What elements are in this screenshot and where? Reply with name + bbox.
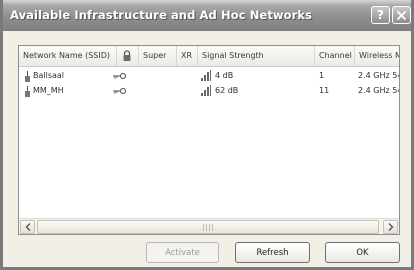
window-title: Available Infrastructure and Ad Hoc Netw… (10, 8, 313, 22)
key-icon (113, 87, 126, 95)
signal-cell: 4 dB (215, 71, 234, 80)
list-header: Network Name (SSID) Super XR Signal Stre… (19, 46, 399, 67)
column-header-signal[interactable]: Signal Strength (198, 46, 315, 66)
refresh-button[interactable]: Refresh (235, 242, 310, 263)
column-header-mode[interactable]: Wireless M (355, 46, 399, 66)
chevron-left-icon (25, 223, 30, 231)
networks-dialog: Available Infrastructure and Ad Hoc Netw… (0, 0, 414, 270)
table-row[interactable]: MM_MH 62 dB 11 2.4 GHz 54 (19, 85, 399, 98)
column-header-channel[interactable]: Channel (315, 46, 355, 66)
mode-cell: 2.4 GHz 54 (358, 86, 400, 95)
column-header-xr[interactable]: XR (177, 46, 198, 66)
networks-list[interactable]: Network Name (SSID) Super XR Signal Stre… (18, 45, 400, 235)
mode-cell: 2.4 GHz 54 (358, 71, 400, 80)
ok-button[interactable]: OK (325, 242, 400, 263)
access-point-icon (25, 71, 30, 82)
scrollbar-thumb[interactable] (37, 220, 379, 234)
channel-cell: 11 (319, 86, 330, 95)
ssid-cell: Ballsaal (33, 71, 65, 80)
close-icon (397, 10, 406, 20)
channel-cell: 1 (319, 71, 325, 80)
table-row[interactable]: Ballsaal 4 dB 1 2.4 GHz 54 (19, 70, 399, 83)
scroll-right-button[interactable] (383, 220, 398, 234)
chevron-right-icon (388, 223, 393, 231)
ssid-cell: MM_MH (33, 86, 64, 95)
access-point-icon (25, 86, 30, 97)
signal-bars-icon (201, 85, 211, 96)
help-button[interactable]: ? (371, 6, 390, 24)
activate-button[interactable]: Activate (146, 242, 219, 263)
lock-icon (123, 50, 131, 61)
grip-icon (203, 224, 213, 231)
signal-bars-icon (201, 70, 211, 81)
column-header-security[interactable] (117, 46, 139, 66)
horizontal-scrollbar[interactable] (19, 218, 399, 234)
close-button[interactable] (392, 6, 411, 24)
title-bar[interactable]: Available Infrastructure and Ad Hoc Netw… (3, 0, 411, 31)
key-icon (113, 72, 126, 80)
scroll-left-button[interactable] (20, 220, 35, 234)
help-icon: ? (377, 8, 384, 22)
column-header-ssid[interactable]: Network Name (SSID) (19, 46, 117, 66)
signal-cell: 62 dB (215, 86, 239, 95)
column-header-super[interactable]: Super (139, 46, 177, 66)
